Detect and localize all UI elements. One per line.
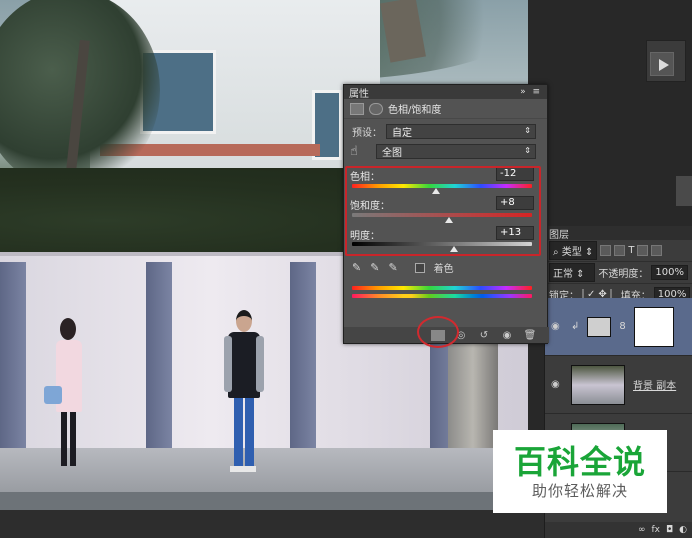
watermark-logo: 百科全说 助你轻松解决 xyxy=(493,430,667,513)
adjustment-layer-icon xyxy=(587,316,612,337)
preset-value: 自定 xyxy=(392,127,412,139)
wall-pillar xyxy=(0,262,26,448)
layers-footer: ∞ fx ◘ ◐ xyxy=(545,522,692,538)
wall-pillar xyxy=(146,262,172,448)
color-range-bar-input xyxy=(352,286,532,290)
layer-thumbnail xyxy=(571,364,625,405)
wall-pillar xyxy=(290,262,316,448)
adjustment-header: 色相/饱和度 xyxy=(344,99,547,119)
layer-style-icon[interactable]: fx xyxy=(652,525,661,535)
mask-icon[interactable] xyxy=(369,102,383,115)
preset-row: 预设： 自定 ⇕ xyxy=(344,121,547,141)
panel-toggle-icon[interactable] xyxy=(676,176,692,206)
person-man xyxy=(224,310,264,474)
colorize-label: 着色 xyxy=(433,264,454,275)
opacity-label: 不透明度： xyxy=(598,269,649,280)
dropdown-arrow-icon: ⇕ xyxy=(524,145,531,155)
eyedropper-icon[interactable]: ✎ xyxy=(352,261,361,274)
filter-pixel-icon[interactable] xyxy=(600,245,612,256)
watermark-title: 百科全说 xyxy=(513,442,646,481)
layers-blend-row: 正常 ⇕ 不透明度： 100% xyxy=(545,262,692,284)
curb xyxy=(0,492,528,510)
hue-saturation-icon[interactable] xyxy=(350,102,364,115)
opacity-input[interactable]: 100% xyxy=(651,265,688,280)
color-range-bar-output xyxy=(352,294,532,298)
new-adjustment-icon[interactable]: ◐ xyxy=(679,525,687,535)
highlight-box-sliders xyxy=(345,166,541,256)
eyedropper-plus-icon[interactable]: ✎ xyxy=(370,261,379,274)
channel-row: ☝ 全图 ⇕ xyxy=(344,141,547,161)
layers-tab-label: 图层 xyxy=(549,229,569,241)
filter-type-icon[interactable]: T xyxy=(628,245,634,256)
layer-mask-thumbnail[interactable] xyxy=(633,306,674,347)
add-mask-icon[interactable]: ◘ xyxy=(666,525,673,535)
delete-icon[interactable]: 🗑 xyxy=(523,330,537,341)
toggle-visibility-icon[interactable]: ◉ xyxy=(500,330,514,341)
link-icon: 8 xyxy=(619,321,626,332)
channel-value: 全图 xyxy=(382,147,402,159)
properties-tab-label: 属性 xyxy=(349,88,369,100)
layers-tab[interactable]: 图层 xyxy=(545,226,692,241)
layer-row-adjustment[interactable]: ◉ ↲ 8 xyxy=(545,298,692,356)
reset-icon[interactable]: ↺ xyxy=(477,330,491,341)
visibility-eye-icon[interactable]: ◉ xyxy=(551,321,563,332)
person-woman xyxy=(44,318,86,470)
layer-row-background-copy[interactable]: ◉ 背景 副本 xyxy=(545,356,692,414)
link-layers-icon[interactable]: ∞ xyxy=(638,525,646,535)
watermark-subtitle: 助你轻松解决 xyxy=(531,481,628,500)
adjustment-title: 色相/饱和度 xyxy=(388,105,442,116)
properties-titlebar[interactable]: 属性 » ≡ xyxy=(344,85,547,100)
clip-indicator-icon: ↲ xyxy=(571,321,580,332)
colorize-checkbox[interactable] xyxy=(414,262,425,273)
eyedropper-row: ✎ ✎ ✎ 着色 xyxy=(352,260,454,275)
visibility-eye-icon[interactable]: ◉ xyxy=(551,379,563,390)
preset-dropdown[interactable]: 自定 ⇕ xyxy=(386,123,536,139)
panel-menu-icon[interactable]: » ≡ xyxy=(520,87,542,97)
play-action-icon[interactable] xyxy=(650,52,674,76)
highlight-circle-clip-button xyxy=(417,316,459,348)
layer-name: 背景 副本 xyxy=(633,381,677,392)
eyedropper-minus-icon[interactable]: ✎ xyxy=(388,261,397,274)
layer-filter-select[interactable]: ⌕ 类型 ⇕ xyxy=(549,241,598,260)
filter-shape-icon[interactable] xyxy=(637,245,649,256)
layers-filter-row: ⌕ 类型 ⇕ T xyxy=(545,240,692,262)
blend-mode-select[interactable]: 正常 ⇕ xyxy=(549,263,596,282)
targeted-adjust-hand-icon[interactable]: ☝ xyxy=(350,144,376,159)
dropdown-arrow-icon: ⇕ xyxy=(524,125,531,135)
channel-dropdown[interactable]: 全图 ⇕ xyxy=(376,143,536,159)
preset-label: 预设： xyxy=(352,127,382,139)
layer-filter-value: 类型 xyxy=(561,247,582,258)
blend-mode-value: 正常 xyxy=(553,269,573,280)
filter-adjust-icon[interactable] xyxy=(614,245,626,256)
filter-smart-icon[interactable] xyxy=(651,245,663,256)
